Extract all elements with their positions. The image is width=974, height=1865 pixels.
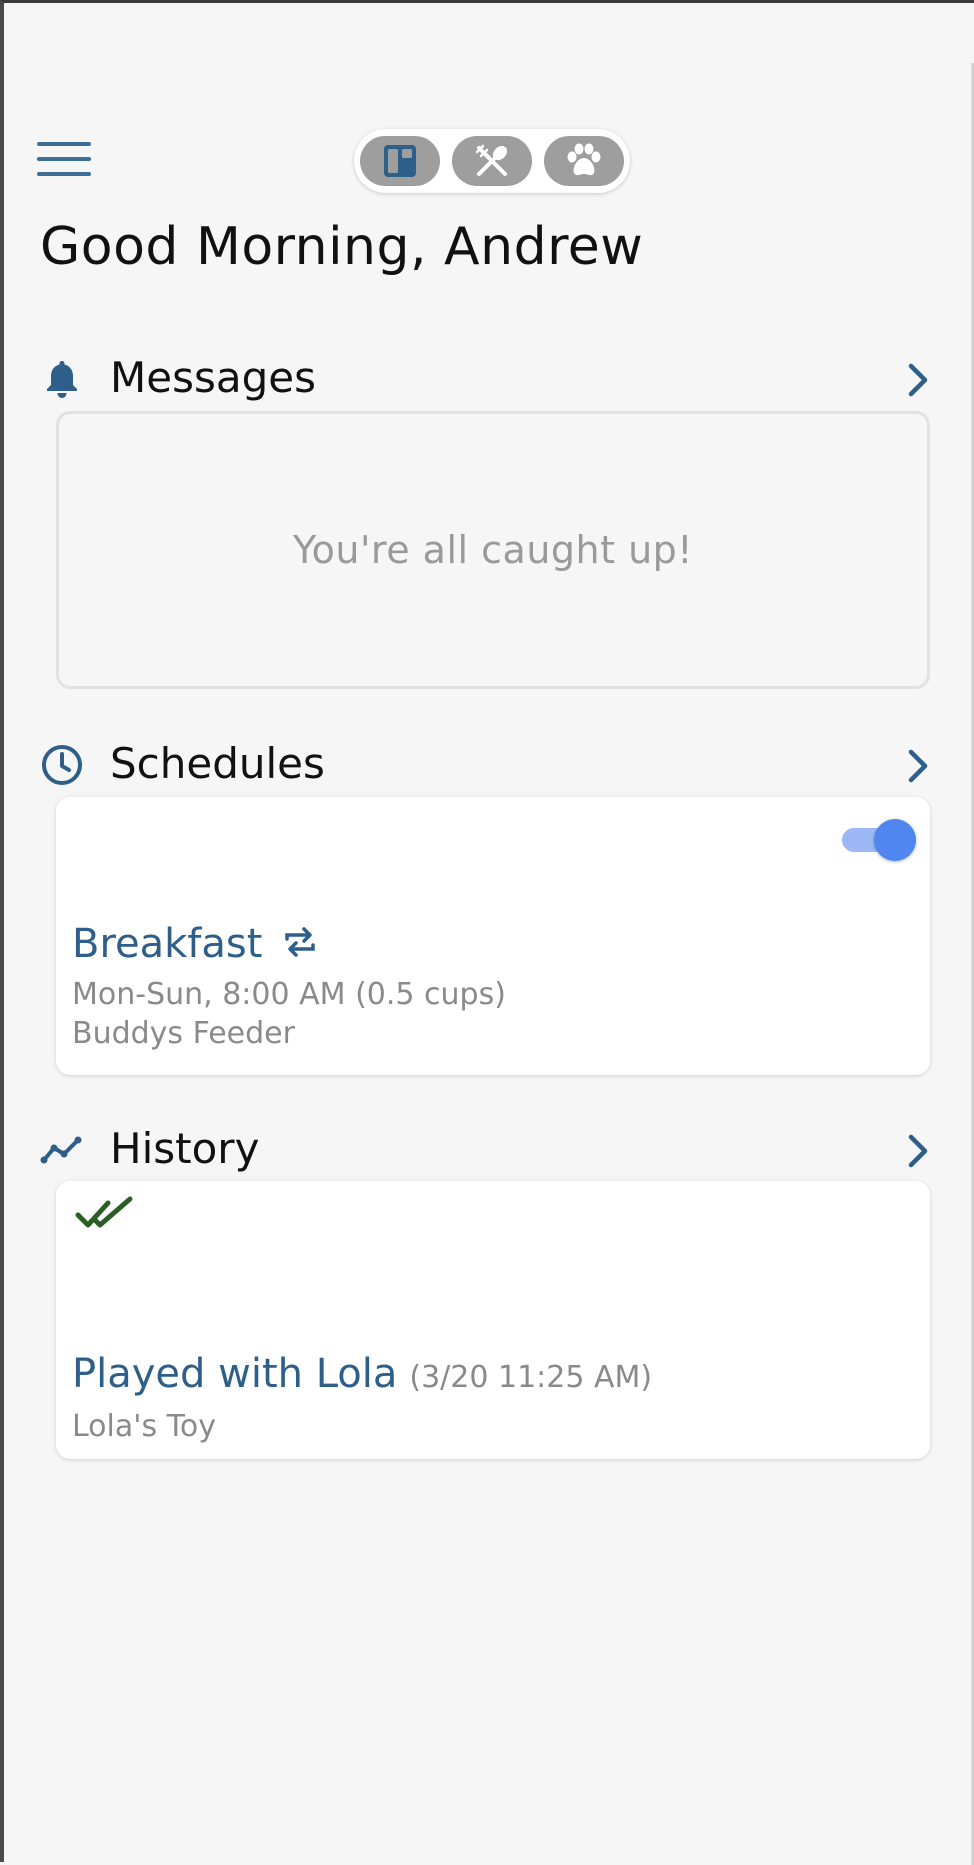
tab-pets[interactable]	[544, 136, 624, 186]
greeting-heading: Good Morning, Andrew	[40, 217, 644, 277]
history-event-title: Played with Lola	[72, 1351, 398, 1397]
paw-icon	[567, 143, 601, 176]
view-switcher	[354, 129, 630, 193]
clock-icon	[42, 745, 82, 785]
schedules-title: Schedules	[110, 739, 325, 788]
app-screen: Good Morning, Andrew Messages You're all…	[0, 0, 974, 1865]
messages-title: Messages	[110, 353, 316, 402]
chevron-right-icon[interactable]	[904, 747, 932, 785]
history-event-time: (3/20 11:25 AM)	[409, 1360, 653, 1395]
tab-meals[interactable]	[452, 136, 532, 186]
messages-empty-text: You're all caught up!	[292, 528, 694, 572]
messages-section-header[interactable]: Messages	[40, 347, 940, 407]
schedule-card[interactable]: Breakfast Mon-Sun, 8:00 AM (0.5 cups) Bu…	[56, 797, 930, 1075]
repeat-icon	[285, 927, 315, 957]
utensils-icon	[475, 144, 508, 176]
history-title: History	[110, 1124, 260, 1173]
history-title-row: Played with Lola (3/20 11:25 AM)	[72, 1351, 652, 1397]
schedule-details: Mon-Sun, 8:00 AM (0.5 cups)	[72, 977, 506, 1012]
schedule-title-row: Breakfast	[72, 921, 319, 967]
trend-line-icon	[40, 1136, 82, 1164]
history-device: Lola's Toy	[72, 1409, 217, 1444]
bell-icon	[47, 361, 77, 398]
history-section-header[interactable]: History	[40, 1118, 940, 1178]
history-card[interactable]: Played with Lola (3/20 11:25 AM) Lola's T…	[56, 1181, 930, 1459]
chevron-right-icon[interactable]	[904, 361, 932, 399]
messages-empty-card: You're all caught up!	[56, 411, 930, 689]
schedules-section-header[interactable]: Schedules	[40, 733, 940, 793]
dashboard-icon	[384, 145, 416, 177]
schedule-enabled-toggle[interactable]	[842, 819, 916, 861]
schedule-device: Buddys Feeder	[72, 1016, 295, 1051]
hamburger-menu-icon[interactable]	[37, 140, 91, 178]
double-check-icon	[75, 1196, 133, 1228]
tab-dashboard[interactable]	[360, 136, 440, 186]
toggle-knob	[874, 819, 916, 861]
schedule-name: Breakfast	[72, 921, 263, 967]
chevron-right-icon[interactable]	[904, 1132, 932, 1170]
